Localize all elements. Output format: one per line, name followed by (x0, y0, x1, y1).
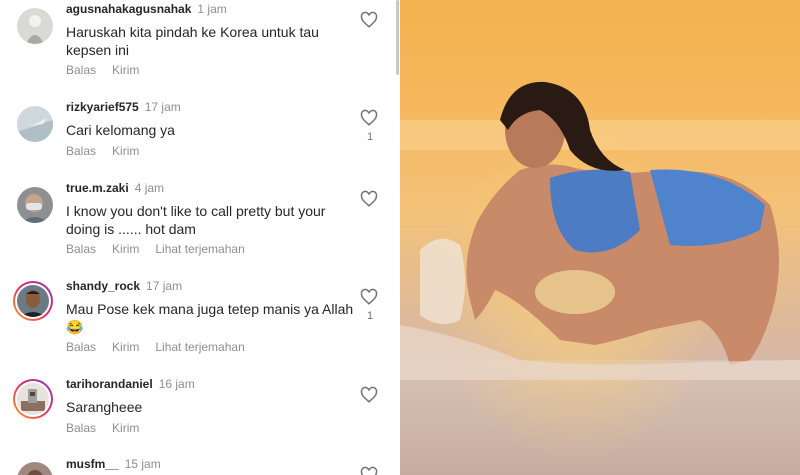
avatar[interactable] (17, 106, 53, 142)
comment-text: I know you don't like to call pretty but… (66, 203, 326, 237)
scrollbar[interactable] (396, 0, 399, 75)
reply-button[interactable]: Balas (66, 421, 96, 435)
heart-outline-icon[interactable] (360, 386, 378, 404)
comment-text: Haruskah kita pindah ke Korea untuk tau … (66, 24, 319, 58)
translate-link[interactable]: Lihat terjemahan (155, 242, 244, 256)
avatar[interactable] (13, 281, 53, 321)
heart-outline-icon[interactable] (360, 11, 378, 29)
heart-outline-icon[interactable] (360, 466, 378, 475)
avatar[interactable] (17, 8, 53, 44)
comment-username[interactable]: shandy_rock 17 jam (66, 279, 182, 293)
comment-username[interactable]: rizkyarief575 17 jam (66, 100, 181, 114)
comment-time: 1 jam (197, 2, 227, 16)
reply-button[interactable]: Balas (66, 63, 96, 77)
comment-time: 17 jam (146, 279, 183, 293)
send-button[interactable]: Kirim (112, 144, 139, 158)
comment-actions: Balas Kirim Lihat terjemahan (66, 340, 261, 354)
comment-text: Sarangheee (66, 399, 143, 415)
comment-text: Mau Pose kek mana juga tetep manis ya Al… (66, 301, 354, 335)
like-count: 1 (366, 131, 374, 143)
comment-time: 15 jam (124, 457, 161, 471)
reply-button[interactable]: Balas (66, 340, 96, 354)
avatar[interactable] (17, 462, 53, 475)
send-button[interactable]: Kirim (112, 63, 139, 77)
like-count: 1 (366, 310, 374, 322)
reply-button[interactable]: Balas (66, 242, 96, 256)
comment-time: 16 jam (158, 377, 195, 391)
comment-actions: Balas Kirim (66, 421, 155, 435)
post-photo (400, 0, 800, 475)
comment-actions: Balas Kirim Lihat terjemahan (66, 242, 261, 256)
comment-username[interactable]: musfm__ 15 jam (66, 457, 161, 471)
comments-panel: agusnahakagusnahak 1 jam Haruskah kita pi… (0, 0, 400, 475)
heart-outline-icon[interactable] (360, 190, 378, 208)
comment-username[interactable]: agusnahakagusnahak 1 jam (66, 2, 227, 16)
avatar[interactable] (13, 379, 53, 419)
send-button[interactable]: Kirim (112, 242, 139, 256)
reply-button[interactable]: Balas (66, 144, 96, 158)
translate-link[interactable]: Lihat terjemahan (155, 340, 244, 354)
send-button[interactable]: Kirim (112, 421, 139, 435)
comment-username[interactable]: tarihorandaniel 16 jam (66, 377, 195, 391)
heart-outline-icon[interactable] (360, 288, 378, 306)
avatar[interactable] (17, 187, 53, 223)
send-button[interactable]: Kirim (112, 340, 139, 354)
comment-username[interactable]: true.m.zaki 4 jam (66, 181, 164, 195)
heart-outline-icon[interactable] (360, 109, 378, 127)
comment-actions: Balas Kirim (66, 63, 155, 77)
comment-time: 4 jam (134, 181, 165, 195)
comment-text: Cari kelomang ya (66, 122, 175, 138)
comment-time: 17 jam (144, 100, 181, 114)
comment-actions: Balas Kirim (66, 144, 155, 158)
